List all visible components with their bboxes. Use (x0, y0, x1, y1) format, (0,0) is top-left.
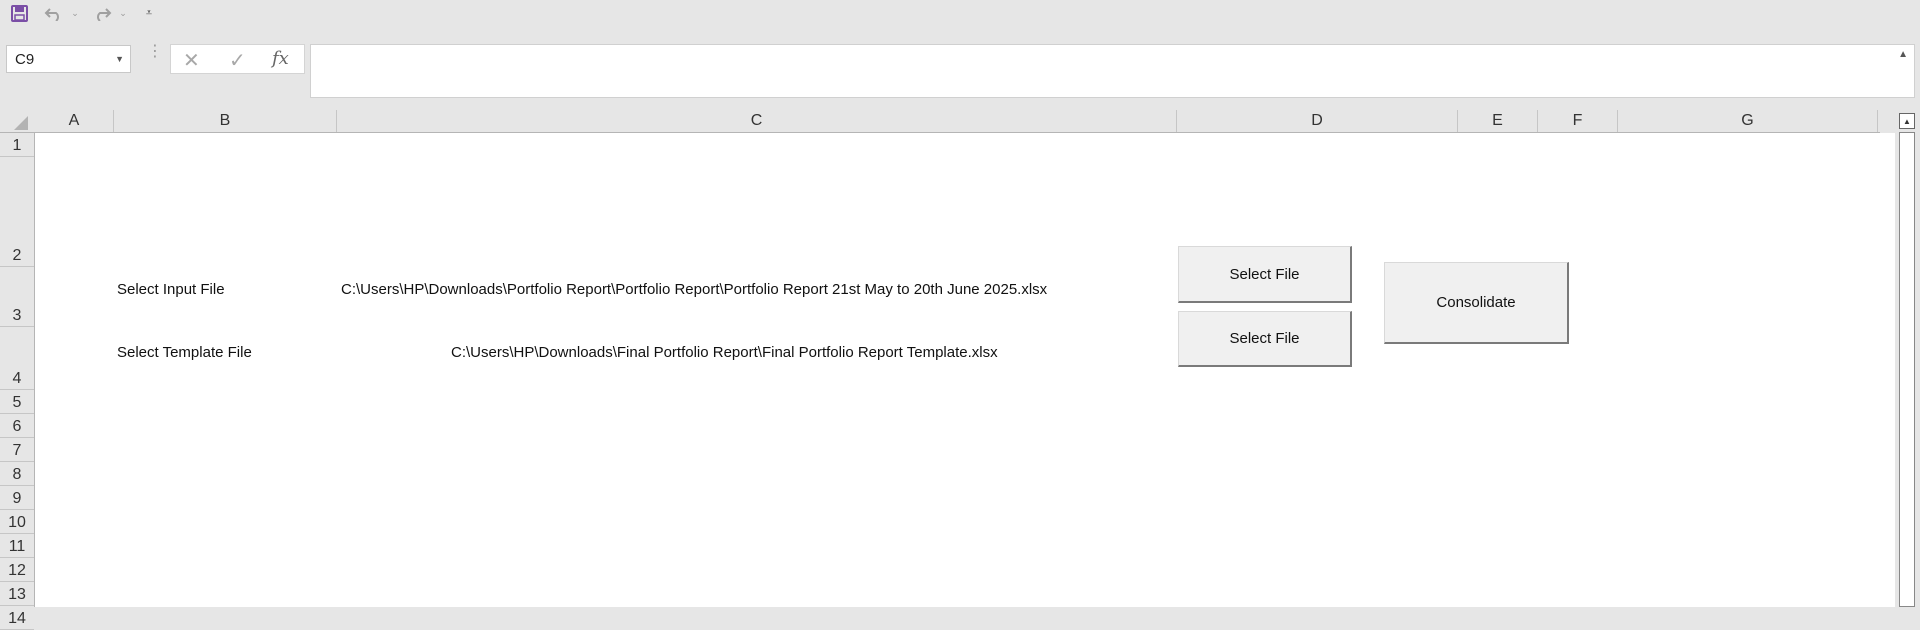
collapse-formula-bar-icon[interactable]: ▲ (1898, 49, 1908, 60)
quick-access-toolbar: ⌄ ⌄ ⩡ (0, 0, 1920, 28)
row-header-5[interactable]: 5 (0, 390, 34, 414)
select-all-corner[interactable] (14, 116, 28, 130)
column-header-d[interactable]: D (1177, 110, 1458, 132)
select-input-file-button[interactable]: Select File (1178, 246, 1352, 303)
name-box-value: C9 (15, 51, 35, 68)
enter-icon[interactable]: ✓ (229, 48, 246, 73)
redo-icon[interactable] (90, 2, 114, 24)
consolidate-button[interactable]: Consolidate (1384, 262, 1569, 344)
column-headers: A B C D E F G (0, 110, 1880, 133)
worksheet-grid[interactable]: Select Input File C:\Users\HP\Downloads\… (35, 133, 1895, 607)
scrollbar-thumb[interactable] (1899, 132, 1915, 607)
formula-buttons: ✕ ✓ fx (170, 44, 305, 74)
cell-b4[interactable]: Select Template File (117, 344, 252, 361)
row-header-9[interactable]: 9 (0, 486, 34, 510)
row-header-8[interactable]: 8 (0, 462, 34, 486)
column-header-g[interactable]: G (1618, 110, 1878, 132)
column-header-f[interactable]: F (1538, 110, 1618, 132)
row-header-7[interactable]: 7 (0, 438, 34, 462)
row-header-3[interactable]: 3 (0, 267, 34, 327)
column-header-a[interactable]: A (35, 110, 114, 132)
undo-icon[interactable] (42, 2, 66, 24)
column-header-b[interactable]: B (114, 110, 337, 132)
select-template-file-button[interactable]: Select File (1178, 311, 1352, 367)
row-header-12[interactable]: 12 (0, 558, 34, 582)
redo-dropdown-icon[interactable]: ⌄ (118, 2, 128, 24)
column-header-e[interactable]: E (1458, 110, 1538, 132)
row-header-13[interactable]: 13 (0, 582, 34, 606)
save-icon[interactable] (8, 2, 30, 24)
row-header-11[interactable]: 11 (0, 534, 34, 558)
name-box[interactable]: C9 ▼ (6, 45, 131, 73)
column-header-c[interactable]: C (337, 110, 1177, 132)
scroll-up-icon[interactable]: ▲ (1899, 113, 1915, 129)
row-header-1[interactable]: 1 (0, 133, 34, 157)
vertical-scrollbar[interactable]: ▲ (1895, 110, 1920, 607)
drag-handle-icon[interactable]: ⋮ (147, 44, 163, 60)
cancel-icon[interactable]: ✕ (183, 48, 200, 73)
customize-qat-icon[interactable]: ⩡ (140, 2, 158, 24)
cell-c3[interactable]: C:\Users\HP\Downloads\Portfolio Report\P… (341, 281, 1047, 298)
row-headers: 1 2 3 4 5 6 7 8 9 10 11 12 13 14 (0, 133, 35, 630)
row-header-10[interactable]: 10 (0, 510, 34, 534)
cell-c4[interactable]: C:\Users\HP\Downloads\Final Portfolio Re… (451, 344, 998, 361)
row-header-2[interactable]: 2 (0, 157, 34, 267)
row-header-14[interactable]: 14 (0, 606, 34, 630)
undo-dropdown-icon[interactable]: ⌄ (70, 2, 80, 24)
row-header-4[interactable]: 4 (0, 327, 34, 390)
cell-b3[interactable]: Select Input File (117, 281, 225, 298)
formula-bar[interactable]: ▲ (310, 44, 1915, 98)
insert-function-icon[interactable]: fx (272, 48, 289, 69)
row-header-6[interactable]: 6 (0, 414, 34, 438)
chevron-down-icon[interactable]: ▼ (115, 54, 124, 64)
